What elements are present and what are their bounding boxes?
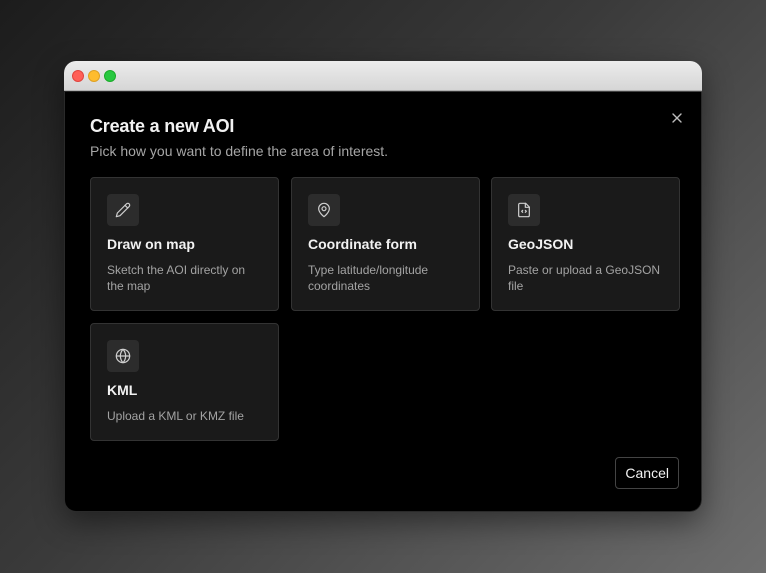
close-icon[interactable] bbox=[669, 110, 685, 126]
option-title: KML bbox=[107, 382, 138, 398]
option-title: Draw on map bbox=[107, 236, 195, 252]
option-card-draw-on-map[interactable]: Draw on map Sketch the AOI directly on t… bbox=[90, 177, 279, 311]
option-card-coordinate-form[interactable]: Coordinate form Type latitude/longitude … bbox=[291, 177, 480, 311]
map-pin-icon bbox=[308, 194, 340, 226]
app-window: Create a new AOI Pick how you want to de… bbox=[64, 61, 702, 512]
window-close-button[interactable] bbox=[72, 70, 84, 82]
dialog-title: Create a new AOI bbox=[90, 116, 235, 136]
window-maximize-button[interactable] bbox=[104, 70, 116, 82]
option-description: Sketch the AOI directly on the map bbox=[107, 263, 246, 293]
cancel-button[interactable]: Cancel bbox=[615, 457, 679, 489]
option-title: GeoJSON bbox=[508, 236, 574, 252]
option-description: Upload a KML or KMZ file bbox=[107, 409, 244, 423]
dialog-subtitle: Pick how you want to define the area of … bbox=[90, 143, 389, 159]
window-minimize-button[interactable] bbox=[88, 70, 100, 82]
option-card-geojson[interactable]: GeoJSON Paste or upload a GeoJSON file bbox=[491, 177, 680, 311]
window-titlebar bbox=[64, 61, 702, 91]
pencil-icon bbox=[107, 194, 139, 226]
globe-icon bbox=[107, 340, 139, 372]
option-title: Coordinate form bbox=[308, 236, 417, 252]
option-description: Paste or upload a GeoJSON file bbox=[508, 263, 661, 293]
file-code-icon bbox=[508, 194, 540, 226]
create-aoi-dialog: Create a new AOI Pick how you want to de… bbox=[64, 92, 702, 512]
option-description: Type latitude/longitude coordinates bbox=[308, 263, 429, 293]
option-card-kml[interactable]: KML Upload a KML or KMZ file bbox=[90, 323, 279, 441]
